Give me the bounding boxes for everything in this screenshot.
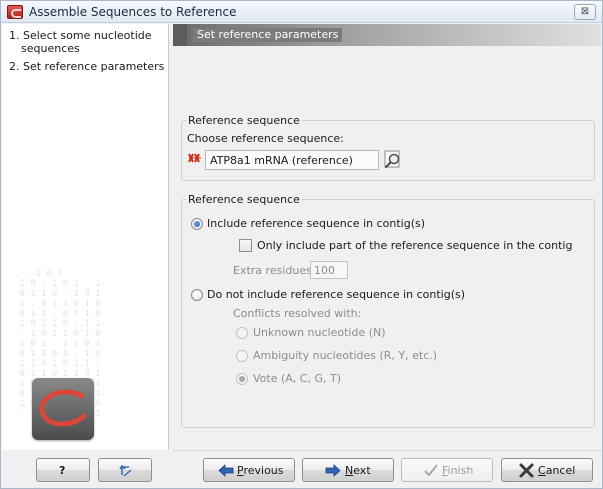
step-label: Select some nucleotide [23,29,152,42]
reference-sequence-field[interactable]: ATP8a1 mRNA (reference) [205,150,379,170]
step-label: Set reference parameters [23,60,165,73]
group-title: Reference sequence [186,193,302,206]
exclude-reference-radio[interactable] [191,289,203,301]
checkmark-icon [424,464,438,477]
dna-sequence-icon [188,152,202,166]
exclude-reference-label: Do not include reference sequence in con… [207,288,466,301]
next-button[interactable]: Next [302,458,394,482]
main-content: Set reference parameters Reference seque… [173,24,601,450]
reset-button[interactable] [98,458,152,482]
step-number: 2. [9,60,20,73]
step-item-set-reference-parameters: 2. Set reference parameters [9,60,164,73]
only-include-part-label: Only include part of the reference seque… [257,239,573,252]
footer-divider [173,450,601,451]
reference-sequence-value: ATP8a1 mRNA (reference) [210,154,353,167]
cancel-x-icon [519,463,534,478]
close-button[interactable]: ⊠ [574,4,596,20]
arrow-right-icon [325,464,341,477]
cancel-button[interactable]: Cancel [501,458,593,482]
help-label: ? [59,464,66,477]
extra-residues-input[interactable]: 100 [310,261,348,279]
extra-residues-label: Extra residues: [233,264,316,277]
choose-reference-label: Choose reference sequence: [187,132,344,145]
conflict-unknown-radio[interactable] [236,327,248,339]
arrow-left-icon [218,464,234,477]
only-include-part-checkbox[interactable] [239,239,252,252]
next-label: ext [353,464,371,477]
next-mnemonic: N [345,464,354,477]
clc-logo-icon [32,378,94,440]
wizard-window: Assemble Sequences to Reference ⊠ 1. Sel… [0,0,603,489]
section-header: Set reference parameters [173,24,601,46]
help-button[interactable]: ? [36,458,90,482]
browse-icon[interactable] [382,149,404,171]
conflicts-label: Conflicts resolved with: [233,307,362,320]
step-label-continued: sequences [21,42,80,55]
conflict-ambiguity-radio[interactable] [236,350,248,362]
app-logo-icon [7,5,23,19]
previous-button[interactable]: Previous [203,458,295,482]
group-title: Reference sequence [186,114,302,127]
cancel-mnemonic: C [538,464,546,477]
step-item-select-sequences: 1. Select some nucleotide sequences [9,29,164,55]
reset-arrow-icon [119,464,132,477]
title-bar: Assemble Sequences to Reference ⊠ [1,1,602,23]
step-number: 1. [9,29,20,42]
include-reference-radio[interactable] [191,218,203,230]
previous-label: revious [243,464,284,477]
section-header-title: Set reference parameters [193,28,343,42]
finish-label: inish [447,464,474,477]
conflict-unknown-label: Unknown nucleotide (N) [253,326,386,339]
extra-residues-value: 100 [314,264,335,277]
conflict-vote-radio[interactable] [236,373,248,385]
steps-panel: 1. Select some nucleotide sequences 2. S… [2,24,169,450]
include-reference-label: Include reference sequence in contig(s) [207,217,426,230]
window-title: Assemble Sequences to Reference [29,5,237,19]
conflict-vote-label: Vote (A, C, G, T) [253,372,341,385]
cancel-label: ancel [545,464,576,477]
finish-button[interactable]: Finish [401,458,493,482]
conflict-ambiguity-label: Ambiguity nucleotides (R, Y, etc.) [253,349,438,362]
